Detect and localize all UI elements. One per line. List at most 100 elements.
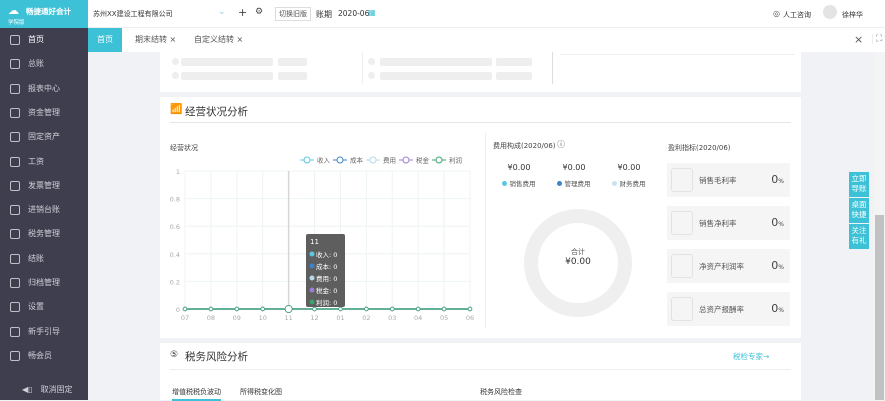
calendar-icon[interactable]: ▦ — [368, 8, 376, 17]
data-point — [182, 306, 188, 312]
legend-dot — [557, 181, 563, 186]
tax-check-title: 税务风险检查 — [480, 388, 522, 396]
scrollbar[interactable] — [874, 52, 885, 400]
tax-icon — [10, 229, 20, 240]
unpin-label: 取消固定 — [40, 385, 73, 394]
metric-label: 销售净利率 — [699, 219, 737, 228]
expense-item: ¥0.00 财务费用 — [603, 163, 655, 188]
close-icon[interactable]: × — [170, 35, 177, 44]
tooltip-title: 11 — [310, 238, 319, 246]
float-button[interactable]: 关注有礼 — [849, 224, 869, 249]
legend-label: 税金 — [416, 156, 430, 165]
sidebar-item-label: 发票管理 — [28, 180, 60, 190]
float-button[interactable]: 立即导账 — [849, 172, 869, 197]
metric-value: 0% — [771, 259, 784, 272]
tab-income-tax[interactable]: 所得税变化图 — [240, 387, 282, 397]
tab-home[interactable]: 首页 — [88, 28, 122, 52]
tab-period-end[interactable]: 期末结转 × — [135, 28, 176, 52]
scrollbar-thumb[interactable] — [875, 215, 884, 400]
sidebar-item[interactable]: 固定资产 — [10, 127, 85, 147]
close-books-icon — [10, 253, 20, 264]
unpin-button[interactable]: ◀▯ 取消固定 — [22, 380, 97, 400]
sidebar-item[interactable]: 资金管理 — [10, 103, 85, 123]
period-input[interactable]: 2020-06 — [338, 9, 369, 18]
tab-vat-fluctuation[interactable]: 增值税税负波动 — [172, 387, 221, 401]
metric-icon — [671, 168, 693, 192]
data-point — [390, 306, 395, 312]
tax-expert-link[interactable]: 税检专家→ — [733, 351, 769, 362]
switch-old-button[interactable]: 切换旧版 — [275, 7, 311, 21]
company-select[interactable]: 苏州XX建设工程有限公司 — [93, 9, 223, 19]
float-button[interactable]: 桌面快捷 — [849, 198, 869, 223]
sidebar-item[interactable]: 发票管理 — [10, 176, 85, 196]
x-tick-label: 06 — [466, 314, 474, 322]
support-link[interactable]: 人工咨询 — [783, 10, 811, 20]
sidebar-item-label: 工资 — [28, 156, 44, 166]
help-icon[interactable]: ⓘ — [557, 139, 565, 150]
profit-title: 盈利指标(2020/06) — [668, 144, 731, 152]
x-tick-label: 11 — [284, 314, 292, 322]
legend-dot — [502, 181, 508, 186]
close-icon[interactable]: × — [237, 35, 244, 44]
fund-icon — [10, 107, 20, 118]
tab-label: 期末结转 — [135, 35, 167, 44]
headset-icon: ◎ — [773, 9, 780, 18]
logo: ☁ 畅捷通好会计 学院版 — [0, 0, 88, 28]
sidebar-item[interactable]: 税务管理 — [10, 224, 85, 244]
legend-marker — [336, 156, 344, 164]
sidebar-item[interactable]: 畅会员 — [10, 346, 85, 366]
sidebar-item-label: 税务管理 — [28, 229, 60, 239]
tab-custom[interactable]: 自定义结转 × — [194, 28, 243, 52]
sidebar-item[interactable]: 新手引导 — [10, 322, 85, 342]
sidebar-item[interactable]: 工资 — [10, 152, 85, 172]
x-tick-label: 07 — [181, 314, 189, 322]
inventory-icon — [10, 205, 20, 216]
sidebar-item[interactable]: 结账 — [10, 249, 85, 269]
add-icon[interactable]: + — [238, 6, 247, 19]
profit-metric: 销售净利率 0% — [667, 206, 790, 240]
avatar[interactable] — [823, 5, 837, 19]
chart-trend-icon: 📶 — [170, 104, 183, 115]
x-tick-label: 12 — [310, 314, 318, 322]
section-title: 税务风险分析 — [185, 351, 248, 363]
y-tick-label: 0 — [176, 306, 180, 314]
x-tick-label: 04 — [414, 314, 422, 322]
section-title: 经营状况分析 — [185, 106, 248, 118]
sidebar-item[interactable]: 总账 — [10, 54, 85, 74]
metric-value: 0% — [771, 302, 784, 315]
tooltip-row: 费用: 0 — [316, 274, 337, 283]
expense-value: ¥0.00 — [562, 163, 586, 172]
donut-total-value: ¥0.00 — [565, 257, 591, 267]
legend-marker — [435, 156, 443, 164]
y-tick-label: 0.8 — [170, 196, 180, 204]
sidebar-item[interactable]: 进销台账 — [10, 200, 85, 220]
sidebar-item[interactable]: 设置 — [10, 297, 85, 317]
sidebar-item[interactable]: 首页 — [10, 30, 85, 50]
user-name[interactable]: 徐梓华 — [842, 10, 863, 20]
sidebar-item[interactable]: 报表中心 — [10, 79, 85, 99]
metric-unit: % — [778, 307, 784, 314]
expense-label: 管理费用 — [564, 180, 591, 188]
float-button-label: 立即导账 — [851, 174, 867, 193]
company-name: 苏州XX建设工程有限公司 — [93, 10, 173, 18]
metric-unit: % — [778, 221, 784, 228]
sidebar-item[interactable]: 归档管理 — [10, 273, 85, 293]
salary-icon — [10, 156, 20, 167]
data-point — [312, 306, 317, 312]
chevron-down-icon[interactable]: ⌄ — [218, 7, 226, 17]
tooltip-dot — [309, 263, 315, 269]
x-tick-label: 02 — [362, 314, 370, 322]
settings-icon[interactable]: ⚙ — [255, 7, 263, 17]
invoice-icon — [10, 180, 20, 191]
metric-label: 总资产报酬率 — [699, 305, 744, 314]
metric-icon — [671, 211, 693, 235]
close-all-icon[interactable]: × — [854, 33, 863, 46]
tooltip-row: 收入: 0 — [316, 250, 337, 259]
legend-dot — [612, 181, 618, 186]
sidebar: 首页总账报表中心资金管理固定资产工资发票管理进销台账税务管理结账归档管理设置新手… — [0, 28, 88, 400]
fullscreen-icon[interactable]: ⛶ — [872, 34, 882, 44]
expense-title: 费用构成(2020/06) — [493, 142, 556, 150]
legend-label: 收入 — [317, 156, 331, 165]
report-icon — [10, 83, 20, 94]
data-point — [467, 306, 473, 312]
